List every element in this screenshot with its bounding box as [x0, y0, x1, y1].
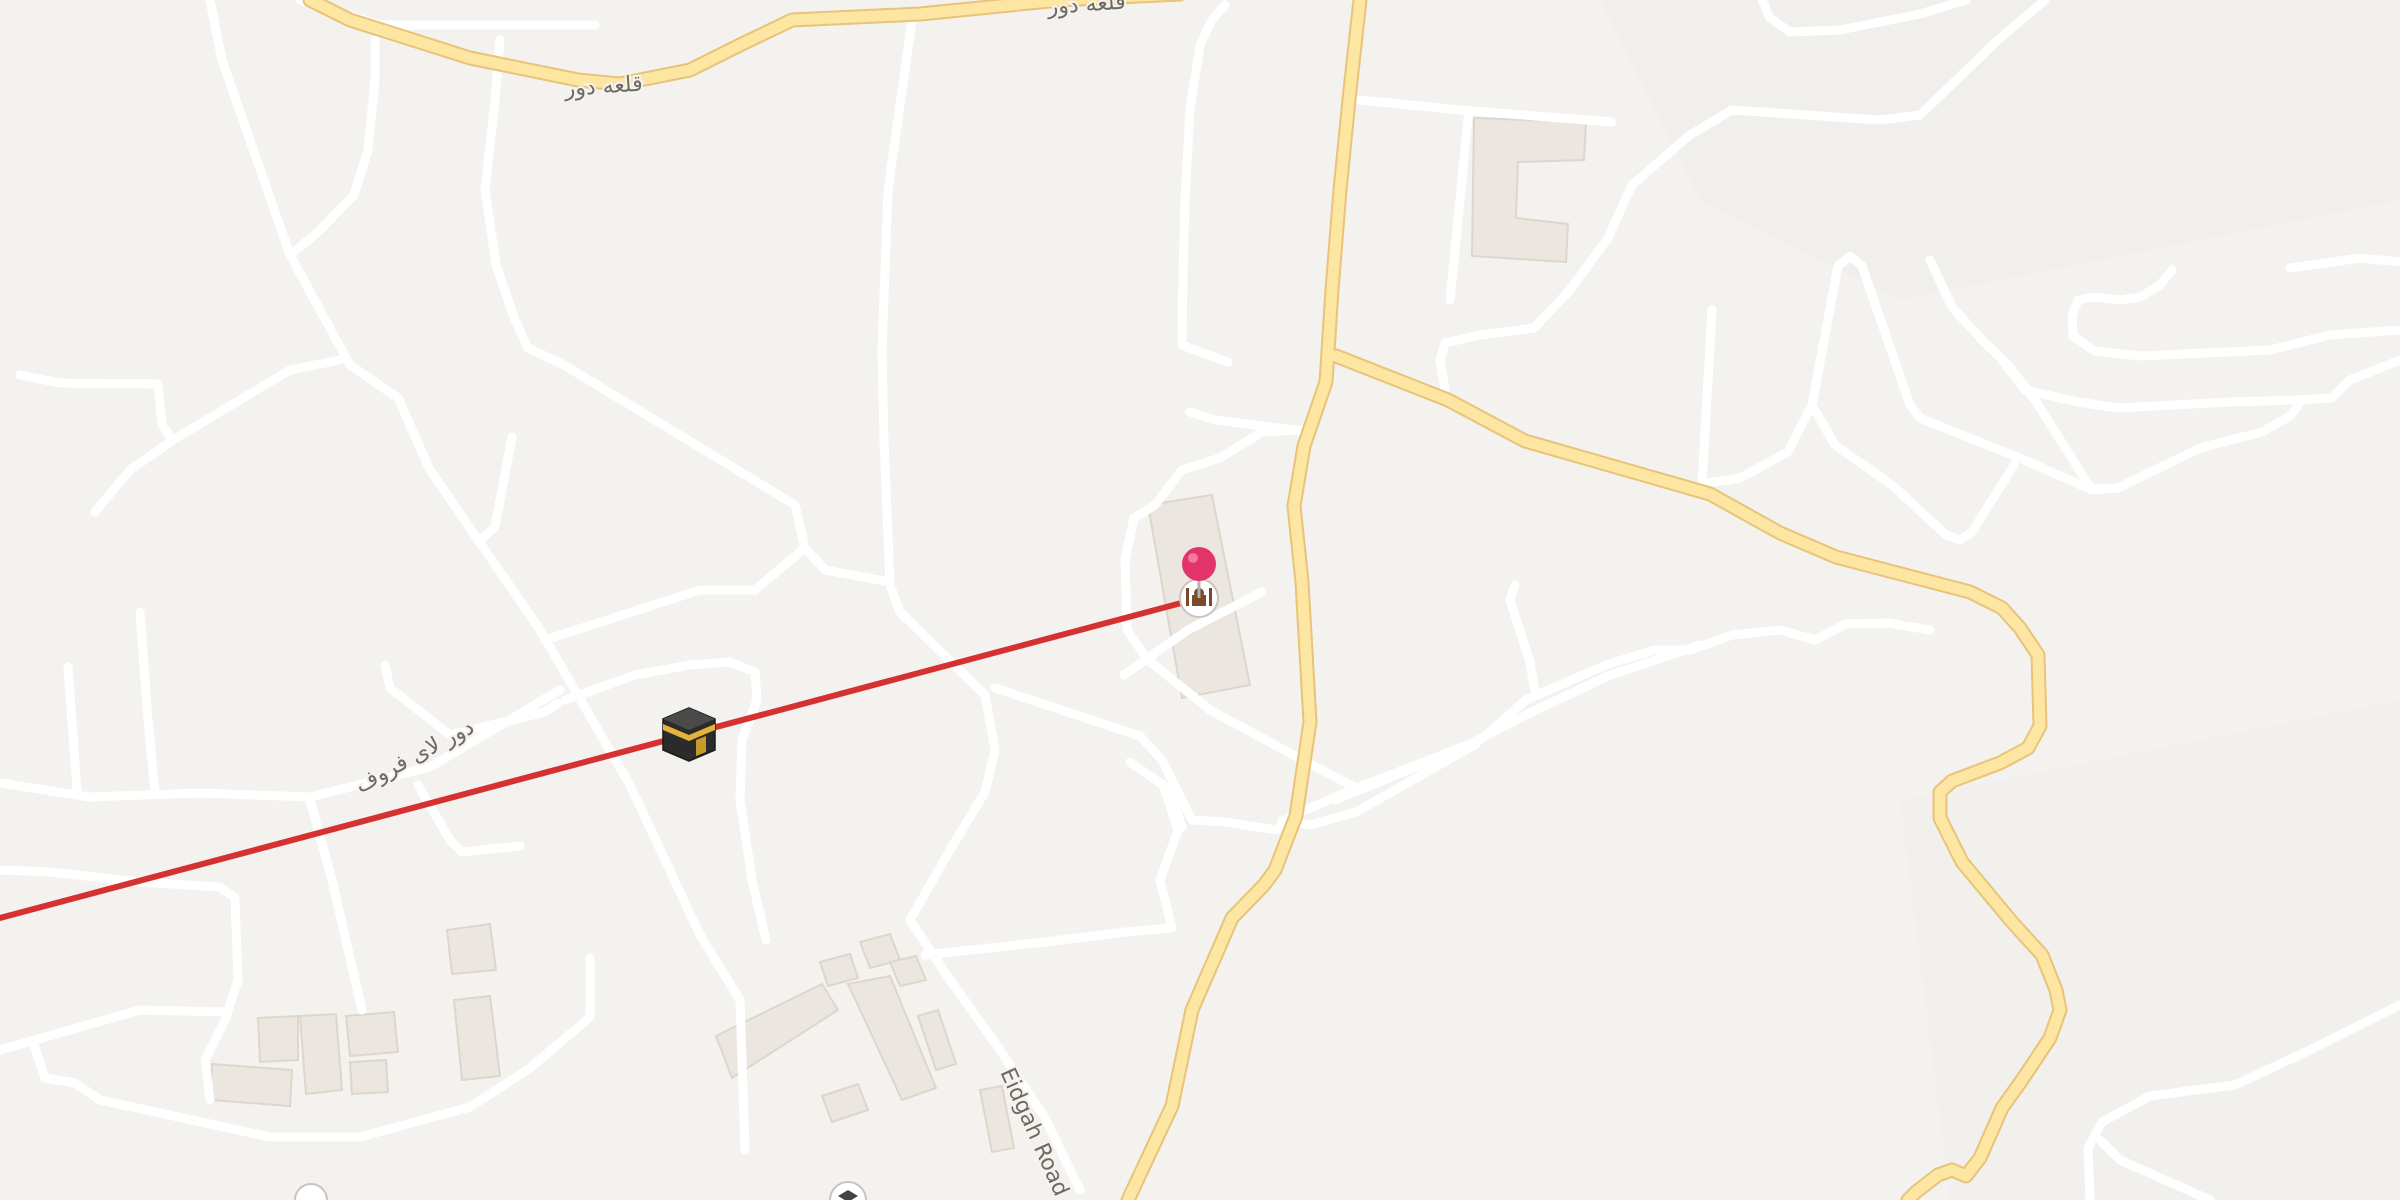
map-canvas[interactable]: قلعه دور قلعه دور دور لای فروف Eidgah Ro… — [0, 0, 2400, 1200]
kaaba-icon[interactable] — [662, 707, 716, 762]
